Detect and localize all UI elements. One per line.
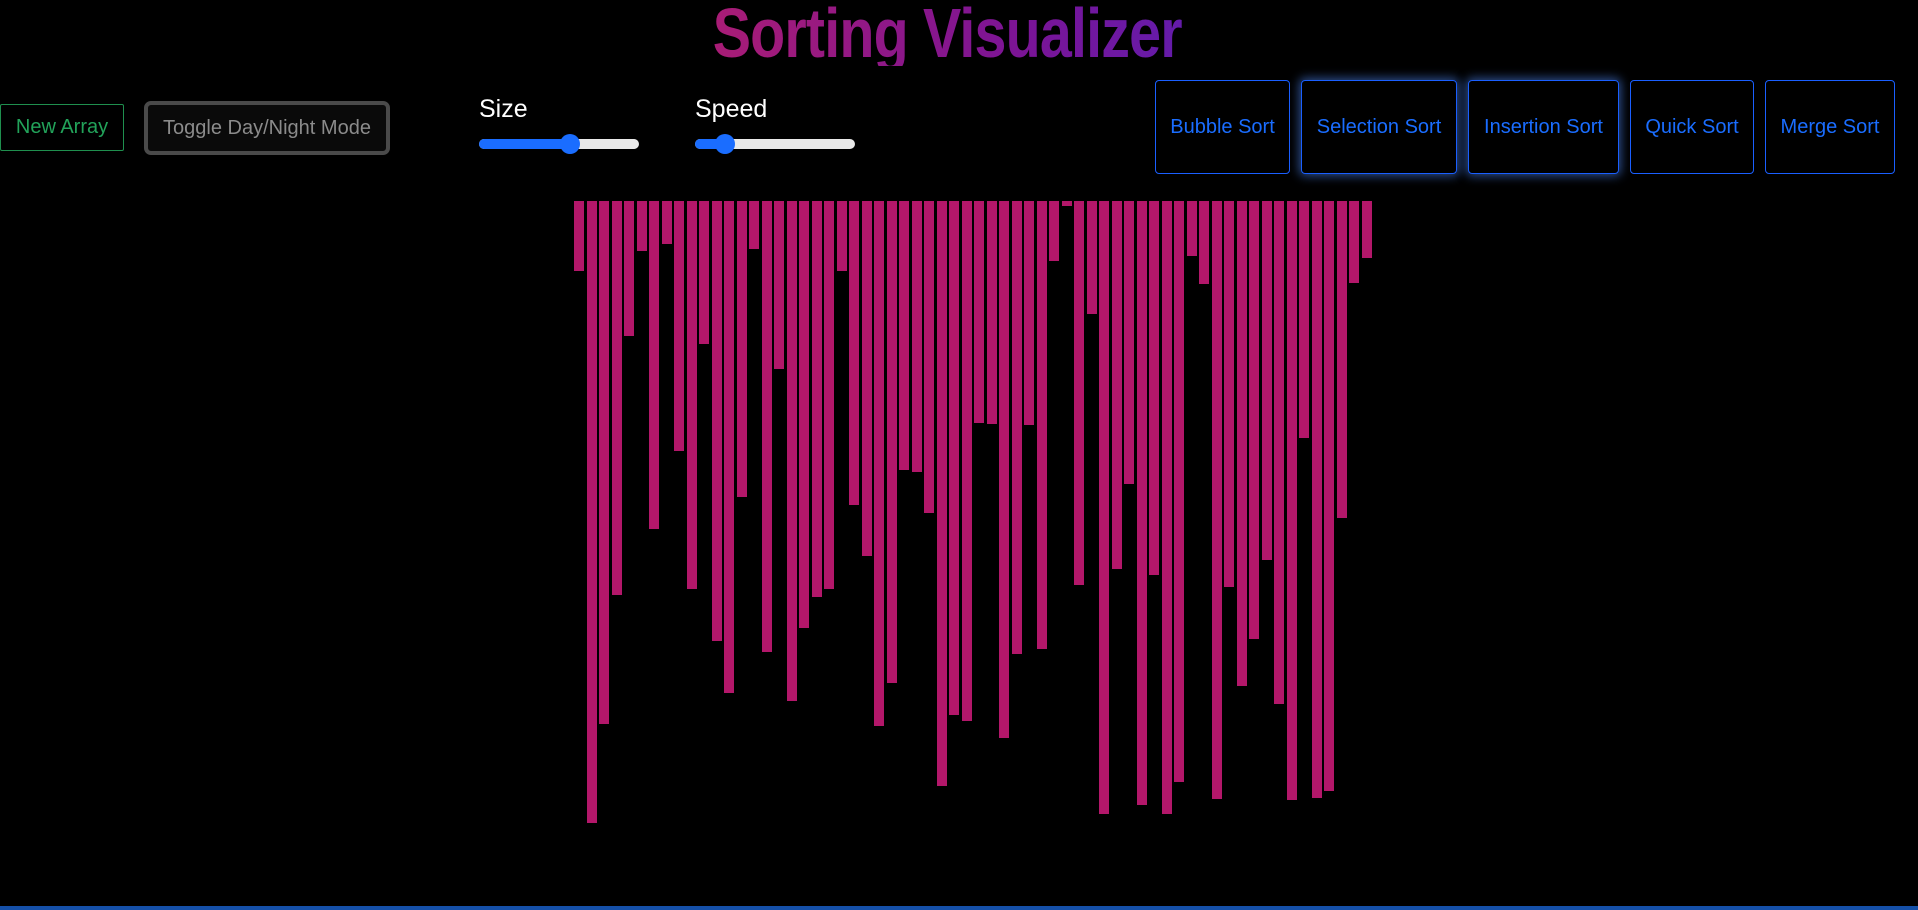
array-bar	[624, 201, 634, 336]
array-bar	[1174, 201, 1184, 782]
array-bar	[924, 201, 934, 513]
array-bars	[574, 201, 1372, 841]
array-bar	[1161, 201, 1172, 814]
array-bar	[1361, 201, 1372, 258]
array-bar	[1061, 201, 1072, 206]
toggle-day-night-button[interactable]: Toggle Day/Night Mode	[144, 101, 390, 155]
speed-label: Speed	[695, 95, 768, 123]
array-bar	[736, 201, 747, 497]
merge-sort-button[interactable]: Merge Sort	[1765, 80, 1895, 174]
array-bar	[1136, 201, 1147, 805]
array-bar	[986, 201, 997, 424]
array-bar	[1286, 201, 1297, 800]
array-bar	[1311, 201, 1322, 798]
array-bar	[861, 201, 872, 556]
array-bar	[1099, 201, 1109, 814]
array-bar	[1249, 201, 1259, 639]
array-bar	[874, 201, 884, 726]
array-bar	[749, 201, 759, 249]
array-bar	[1349, 201, 1359, 283]
quick-sort-button[interactable]: Quick Sort	[1630, 80, 1754, 174]
page-title: Sorting Visualizer	[170, 0, 1724, 68]
array-bar	[574, 201, 584, 271]
array-bar	[811, 201, 822, 597]
array-bar	[586, 201, 597, 823]
array-bar	[724, 201, 734, 693]
selection-sort-button[interactable]: Selection Sort	[1301, 80, 1457, 174]
array-bar	[1324, 201, 1334, 791]
new-array-button[interactable]: New Array	[0, 104, 124, 151]
array-bar	[611, 201, 622, 595]
array-bar	[1199, 201, 1209, 284]
speed-slider[interactable]	[695, 134, 855, 154]
bubble-sort-button[interactable]: Bubble Sort	[1155, 80, 1290, 174]
array-bar	[636, 201, 647, 251]
array-bar	[774, 201, 784, 369]
array-bar	[1124, 201, 1134, 484]
array-bar	[836, 201, 847, 271]
array-bar	[699, 201, 709, 344]
array-bar	[1049, 201, 1059, 261]
array-bar	[799, 201, 809, 628]
array-bar	[1274, 201, 1284, 704]
bottom-border	[0, 906, 1918, 910]
array-bar	[761, 201, 772, 652]
array-bar	[686, 201, 697, 589]
array-bar	[999, 201, 1009, 738]
array-bar	[1236, 201, 1247, 686]
size-slider-fill	[479, 139, 571, 149]
array-bar	[1224, 201, 1234, 587]
array-bar	[1086, 201, 1097, 314]
array-bar	[1299, 201, 1309, 438]
page: Sorting Visualizer New Array Toggle Day/…	[0, 0, 1918, 910]
array-bar	[1011, 201, 1022, 654]
size-label: Size	[479, 95, 528, 123]
array-bar	[711, 201, 722, 641]
array-bar	[1149, 201, 1159, 575]
array-bar	[949, 201, 959, 715]
size-slider-thumb[interactable]	[560, 134, 581, 154]
array-bar	[661, 201, 672, 244]
array-bar	[899, 201, 909, 470]
array-bar	[1336, 201, 1347, 518]
array-bar	[1024, 201, 1034, 425]
array-bar	[674, 201, 684, 451]
array-bar	[974, 201, 984, 423]
array-bar	[824, 201, 834, 589]
array-bar	[1036, 201, 1047, 649]
array-bar	[599, 201, 609, 724]
speed-slider-thumb[interactable]	[715, 134, 736, 154]
array-bar	[786, 201, 797, 701]
array-bar	[911, 201, 922, 472]
array-bar	[886, 201, 897, 683]
array-bar	[1186, 201, 1197, 256]
array-bar	[936, 201, 947, 786]
array-bar	[1074, 201, 1084, 585]
size-slider[interactable]	[479, 134, 639, 154]
insertion-sort-button[interactable]: Insertion Sort	[1468, 80, 1619, 174]
array-bar	[1211, 201, 1222, 799]
array-bar	[849, 201, 859, 505]
array-bar	[1261, 201, 1272, 560]
array-bar	[961, 201, 972, 721]
array-bar	[649, 201, 659, 529]
array-bar	[1111, 201, 1122, 569]
